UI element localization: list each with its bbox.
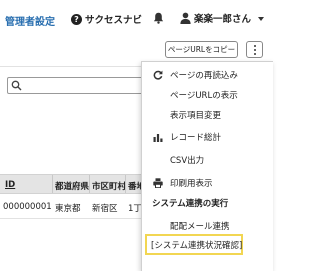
menu-item-label: 表示項目変更 [170,111,222,121]
menu-item-system-integration-status[interactable]: [システム連携状況確認] [145,234,243,255]
menu-item-label: 印刷用表示 [170,179,213,189]
column-header-prefecture[interactable]: 都道府県 [55,180,89,192]
column-divider [89,175,90,193]
bell-icon[interactable] [153,12,164,24]
printer-icon [153,178,163,188]
cell-city: 新宿区 [92,204,118,214]
menu-item-csv-export[interactable]: CSV出力 [142,151,274,169]
search-input[interactable] [7,77,147,94]
menu-item-label: レコード総計 [170,133,222,143]
chevron-down-icon[interactable] [258,17,264,21]
menu-item-print-view[interactable]: 印刷用表示 [142,174,274,192]
menu-item-haihai-mail[interactable]: 配配メール連携 [142,217,274,235]
menu-item-reload[interactable]: ページの再読込み [142,66,274,84]
user-icon [180,12,191,24]
menu-item-label: 配配メール連携 [170,222,230,232]
cell-prefecture: 東京都 [55,204,81,214]
bar-chart-icon [153,134,163,142]
column-divider [125,175,126,193]
column-header-id[interactable]: ID [5,180,15,190]
menu-item-record-totals[interactable]: レコード総計 [142,128,274,146]
search-icon [11,80,22,91]
success-navi-link[interactable]: ? サクセスナビ [71,12,142,26]
more-options-button[interactable] [246,41,263,58]
copy-page-url-button[interactable]: ページURLをコピー [165,41,238,58]
reload-icon [153,70,163,80]
success-navi-label: サクセスナビ [85,15,143,26]
menu-item-label: [システム連携状況確認] [151,241,243,251]
column-header-city[interactable]: 市区町村 [92,180,126,192]
menu-item-label: CSV出力 [170,156,205,166]
admin-settings-link[interactable]: 管理者設定 [5,13,55,28]
top-header: 管理者設定 ? サクセスナビ 楽楽一郎さん [0,0,273,36]
user-name: 楽楽一郎さん [194,14,252,25]
menu-item-show-url[interactable]: ページURLの表示 [142,86,274,104]
menu-item-label: ページの再読込み [170,71,238,81]
column-divider [52,175,53,193]
user-menu[interactable]: 楽楽一郎さん [180,11,251,25]
menu-section-title: システム連携の実行 [152,199,229,209]
cell-id[interactable]: 000000001 [3,202,52,212]
help-icon: ? [71,13,82,25]
menu-item-change-columns[interactable]: 表示項目変更 [142,106,274,124]
menu-item-label: ページURLの表示 [170,91,238,101]
